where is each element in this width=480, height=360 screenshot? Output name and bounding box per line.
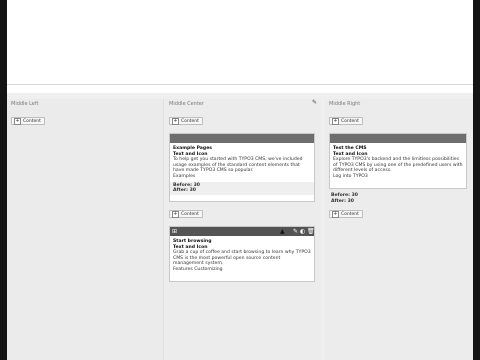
new-content-label: Content <box>181 211 199 217</box>
new-content-button[interactable]: + Content <box>169 117 203 125</box>
content-text: Explore TYPO3's backend and the limitles… <box>333 157 463 174</box>
page-layout-grid: Middle Left + Content Middle Center ✎ + … <box>7 93 473 360</box>
edit-column-icon[interactable]: ✎ <box>312 99 317 106</box>
content-category: Examples <box>173 173 196 179</box>
column-title: Middle Center <box>169 101 204 107</box>
new-content-label: Content <box>23 118 41 124</box>
new-content-label: Content <box>341 211 359 217</box>
plus-icon: + <box>332 117 339 125</box>
right-letterbox <box>473 0 480 360</box>
column-middle-left: Middle Left + Content <box>7 99 164 360</box>
new-content-button[interactable]: + Content <box>11 117 45 125</box>
space-after: After: 30 <box>331 198 354 204</box>
content-meta: Before: 30 After: 30 <box>170 181 314 196</box>
content-meta: Before: 30 After: 30 <box>331 193 358 205</box>
content-element[interactable]: ⊞ ▲ ✎ ◐ 🗑 Start browsing Text and Icon G… <box>169 226 315 282</box>
content-element-header <box>330 134 466 143</box>
top-area <box>7 0 473 82</box>
hide-icon[interactable]: ◐ <box>300 228 305 235</box>
content-element[interactable]: Example Pages Text and Icon To help get … <box>169 133 315 202</box>
space-after: After: 30 <box>173 188 196 194</box>
content-text: To help get you started with TYPO3 CMS, … <box>173 157 303 174</box>
new-content-label: Content <box>341 118 359 124</box>
space-before: Before: 30 <box>331 193 358 198</box>
element-type-icon: ⊞ <box>172 228 178 235</box>
plus-icon: + <box>172 117 179 125</box>
column-title: Middle Right <box>329 101 361 107</box>
left-letterbox <box>0 0 7 360</box>
column-middle-right: Middle Right + Content Test the CMS Text… <box>325 99 473 360</box>
column-middle-center: Middle Center ✎ + Content Example Pages … <box>165 99 321 360</box>
plus-icon: + <box>332 210 339 218</box>
content-element[interactable]: Test the CMS Text and Icon Explore TYPO3… <box>329 133 467 189</box>
content-element-body: Example Pages Text and Icon To help get … <box>170 143 314 182</box>
new-content-button[interactable]: + Content <box>329 210 363 218</box>
divider <box>7 84 473 85</box>
new-content-label: Content <box>181 118 199 124</box>
content-text: Grab a cup of coffee and start browsing … <box>173 250 311 267</box>
content-element-header <box>170 134 314 143</box>
content-element-header: ⊞ ▲ ✎ ◐ 🗑 <box>170 227 314 236</box>
content-element-body: Test the CMS Text and Icon Explore TYPO3… <box>330 143 466 182</box>
cursor-icon: ▲ <box>280 228 285 235</box>
content-category: Features Customizing <box>173 266 223 272</box>
column-title: Middle Left <box>11 101 39 107</box>
edit-icon[interactable]: ✎ <box>293 228 298 235</box>
new-content-button[interactable]: + Content <box>329 117 363 125</box>
content-element-body: Start browsing Text and Icon Grab a cup … <box>170 236 314 275</box>
delete-icon[interactable]: 🗑 <box>307 228 314 235</box>
plus-icon: + <box>172 210 179 218</box>
content-category: Log into TYPO3 <box>333 173 368 179</box>
screen: Middle Left + Content Middle Center ✎ + … <box>0 0 480 360</box>
new-content-button[interactable]: + Content <box>169 210 203 218</box>
plus-icon: + <box>14 117 21 125</box>
